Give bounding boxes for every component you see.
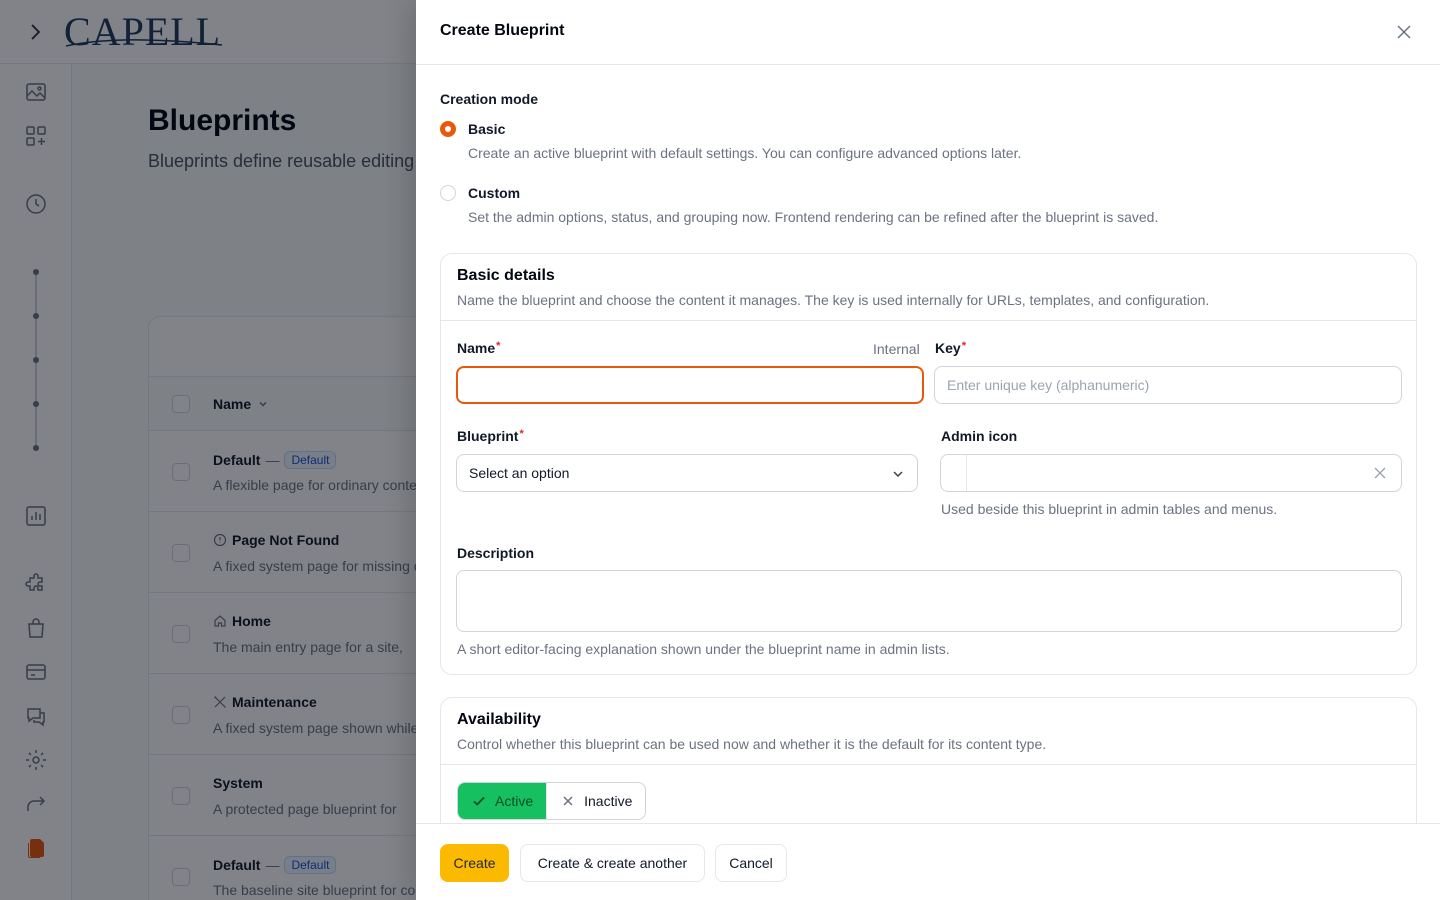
name-internal-hint: Internal (873, 341, 920, 357)
radio-basic-label[interactable]: Basic (468, 121, 505, 137)
description-help: A short editor-facing explanation shown … (457, 641, 950, 657)
panel-footer: Create Create & create another Cancel (416, 823, 1440, 900)
name-label-text: Name (457, 340, 496, 356)
blueprint-label-text: Blueprint (457, 428, 519, 444)
cancel-button[interactable]: Cancel (715, 844, 787, 882)
key-label-text: Key (935, 340, 961, 356)
clear-icon[interactable] (1373, 466, 1387, 480)
basic-details-section: Basic details Name the blueprint and cho… (440, 253, 1417, 675)
admin-icon-preview (941, 455, 967, 491)
check-icon (473, 796, 485, 806)
inactive-toggle[interactable]: Inactive (546, 783, 645, 819)
name-input[interactable] (456, 366, 924, 404)
section-header: Basic details Name the blueprint and cho… (441, 254, 1416, 321)
key-label: Key* (935, 340, 966, 356)
section-header: Availability Control whether this bluepr… (441, 698, 1416, 765)
create-button[interactable]: Create (440, 844, 509, 882)
description-label: Description (457, 545, 535, 561)
key-input[interactable] (934, 366, 1402, 404)
admin-icon-label: Admin icon (941, 428, 1018, 444)
active-toggle-label: Active (495, 793, 534, 809)
blueprint-select-value: Select an option (469, 465, 570, 481)
blueprint-label: Blueprint* (457, 428, 524, 444)
radio-custom[interactable] (440, 185, 456, 201)
admin-icon-help: Used beside this blueprint in admin tabl… (941, 501, 1278, 517)
section-title: Basic details (457, 267, 555, 284)
radio-custom-description: Set the admin options, status, and group… (468, 209, 1159, 225)
close-icon[interactable] (1394, 22, 1414, 42)
chevron-down-icon (893, 471, 903, 478)
required-marker: * (519, 428, 524, 440)
panel-body: Creation mode Basic Create an active blu… (416, 65, 1440, 823)
section-title: Availability (457, 711, 541, 728)
create-blueprint-panel: Create Blueprint Creation mode Basic Cre… (416, 0, 1440, 900)
panel-title: Create Blueprint (440, 22, 565, 39)
availability-section: Availability Control whether this bluepr… (440, 697, 1417, 823)
radio-custom-label[interactable]: Custom (468, 185, 520, 201)
admin-icon-picker[interactable] (940, 454, 1402, 492)
section-description: Name the blueprint and choose the conten… (457, 292, 1210, 308)
status-toggle-group: Active Inactive (457, 782, 647, 820)
creation-mode-label: Creation mode (440, 91, 539, 107)
inactive-toggle-label: Inactive (584, 793, 633, 809)
x-icon (563, 796, 573, 806)
create-another-button[interactable]: Create & create another (520, 844, 705, 882)
section-description: Control whether this blueprint can be us… (457, 736, 1047, 752)
panel-header: Create Blueprint (416, 0, 1440, 65)
required-marker: * (496, 340, 501, 352)
required-marker: * (961, 340, 966, 352)
radio-basic-description: Create an active blueprint with default … (468, 145, 1022, 161)
blueprint-select[interactable]: Select an option (456, 454, 918, 492)
name-label: Name* (457, 340, 500, 356)
description-textarea[interactable] (456, 570, 1402, 632)
active-toggle[interactable]: Active (458, 783, 547, 819)
radio-basic[interactable] (440, 121, 456, 137)
